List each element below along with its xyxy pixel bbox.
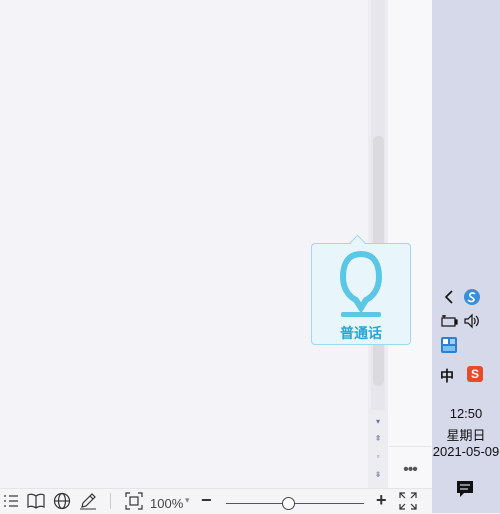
action-center-notification-icon[interactable] xyxy=(455,479,475,499)
scroll-down-small-button[interactable]: ▾ xyxy=(369,415,387,429)
voice-language-label[interactable]: 普通话 xyxy=(311,323,411,343)
sogou-browser-icon[interactable] xyxy=(463,288,481,306)
clock-time[interactable]: 12:50 xyxy=(432,406,500,421)
clock-weekday[interactable]: 星期日 xyxy=(432,425,500,444)
fullscreen-icon[interactable] xyxy=(399,492,417,510)
volume-icon[interactable] xyxy=(463,312,481,330)
microphone-icon[interactable] xyxy=(336,250,386,320)
zoom-in-button[interactable]: + xyxy=(376,490,387,511)
zoom-dropdown-caret[interactable]: ▾ xyxy=(185,495,190,506)
select-browse-object-button[interactable]: ▫ xyxy=(369,450,387,464)
fit-page-icon[interactable] xyxy=(125,492,143,510)
statusbar-divider xyxy=(110,493,111,509)
prev-page-button[interactable]: ⇞ xyxy=(369,432,387,446)
zoom-out-button[interactable]: − xyxy=(201,490,212,511)
tray-app-icon[interactable] xyxy=(440,336,458,354)
more-options-button[interactable]: ••• xyxy=(389,446,431,487)
show-hidden-icons-chevron-icon[interactable] xyxy=(440,288,458,306)
clock-date[interactable]: 2021-05-09 xyxy=(432,444,500,459)
reading-mode-icon[interactable] xyxy=(27,492,45,510)
zoom-slider-track[interactable] xyxy=(226,503,364,504)
zoom-level[interactable]: 100% xyxy=(150,496,183,511)
zoom-slider-thumb[interactable] xyxy=(281,497,295,510)
battery-icon[interactable] xyxy=(440,312,458,330)
write-mode-icon[interactable] xyxy=(79,492,97,510)
web-layout-icon[interactable] xyxy=(53,492,71,510)
sogou-input-letter: S xyxy=(471,367,480,381)
outline-list-icon[interactable] xyxy=(2,492,20,510)
next-page-button[interactable]: ⇟ xyxy=(369,468,387,482)
input-method-indicator[interactable]: 中 xyxy=(440,366,454,386)
